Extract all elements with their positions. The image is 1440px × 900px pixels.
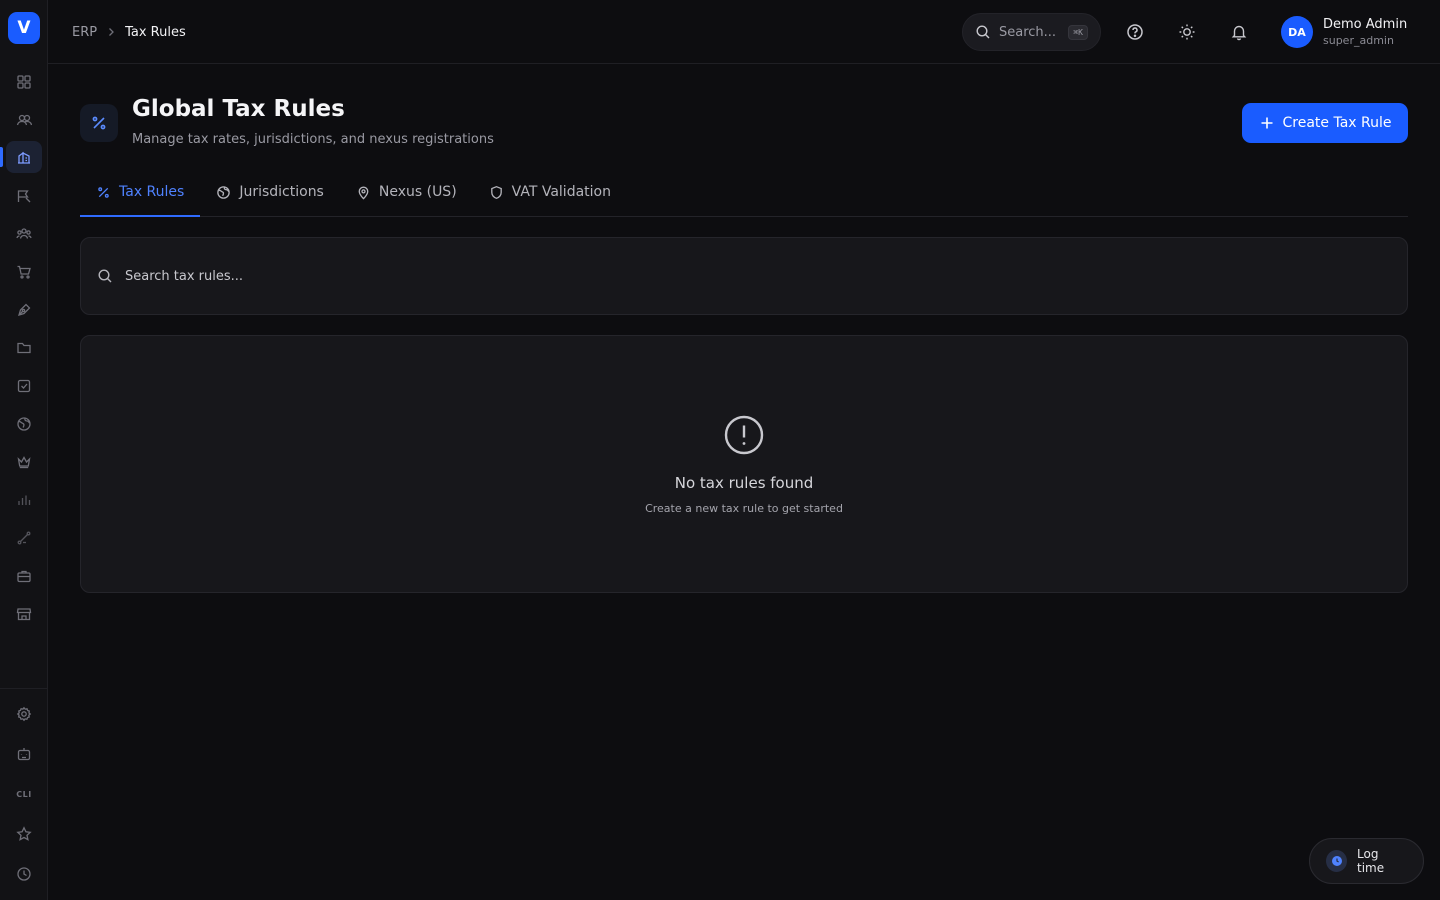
tab-vat-validation[interactable]: VAT Validation: [473, 168, 627, 216]
user-info: Demo Admin super_admin: [1323, 17, 1407, 47]
timer-icon: [1326, 850, 1347, 872]
plus-icon: [1261, 117, 1272, 129]
search-icon: [98, 269, 112, 283]
percent-icon: [80, 104, 118, 142]
search-icon: [976, 25, 990, 39]
nav-erp-icon[interactable]: [6, 141, 42, 173]
page-subtitle: Manage tax rates, jurisdictions, and nex…: [132, 132, 494, 147]
user-role: super_admin: [1323, 34, 1394, 47]
tab-bar: Tax Rules Jurisdictions Nexus (US) VAT V…: [80, 168, 1408, 217]
nav-campaigns-icon[interactable]: [6, 180, 42, 212]
shield-icon: [490, 185, 502, 199]
search-shortcut-badge: ⌘K: [1068, 24, 1088, 40]
tab-label: Tax Rules: [119, 184, 185, 200]
breadcrumb: ERP Tax Rules: [72, 0, 186, 64]
tab-label: Jurisdictions: [239, 184, 324, 200]
tab-nexus-us[interactable]: Nexus (US): [340, 168, 473, 216]
nav-briefcase-icon[interactable]: [6, 560, 42, 592]
percent-icon: [98, 186, 109, 198]
help-icon[interactable]: [1121, 18, 1149, 46]
user-name: Demo Admin: [1323, 17, 1408, 32]
nav-globe-icon[interactable]: [6, 408, 42, 440]
topbar: ERP Tax Rules Search... ⌘K DA Demo Admin…: [48, 0, 1440, 64]
app-logo[interactable]: V: [8, 12, 40, 44]
nav-dashboard-icon[interactable]: [6, 66, 42, 98]
globe-icon: [217, 185, 231, 199]
chevron-right-icon: [105, 26, 117, 38]
sidebar-divider: [0, 688, 48, 689]
nav-star-icon[interactable]: [6, 818, 42, 850]
nav-workflow-icon[interactable]: [6, 522, 42, 554]
create-tax-rule-button[interactable]: Create Tax Rule: [1242, 103, 1408, 143]
tax-rules-search-card: [80, 237, 1408, 315]
tax-rules-search-input[interactable]: [125, 268, 1391, 284]
create-tax-rule-label: Create Tax Rule: [1282, 115, 1392, 131]
empty-state-title: No tax rules found: [674, 474, 814, 492]
nav-team-icon[interactable]: [6, 218, 42, 250]
empty-state-subtitle: Create a new tax rule to get started: [645, 502, 843, 515]
nav-clock-icon[interactable]: [6, 858, 42, 890]
nav-design-pen-icon[interactable]: [6, 294, 42, 326]
tab-jurisdictions[interactable]: Jurisdictions: [200, 168, 340, 216]
page-title: Global Tax Rules: [132, 96, 345, 122]
theme-toggle-sun-icon[interactable]: [1173, 18, 1201, 46]
nav-settings-gear-icon[interactable]: [6, 698, 42, 730]
alert-circle-icon: [724, 415, 764, 455]
tab-label: VAT Validation: [511, 184, 611, 200]
tab-tax-rules[interactable]: Tax Rules: [80, 168, 201, 217]
avatar: DA: [1281, 16, 1313, 48]
empty-state-card: No tax rules found Create a new tax rule…: [80, 335, 1408, 593]
breadcrumb-current: Tax Rules: [125, 24, 186, 40]
breadcrumb-root-link[interactable]: ERP: [72, 25, 97, 40]
nav-cart-icon[interactable]: [6, 256, 42, 288]
log-time-label: Log time: [1357, 847, 1385, 875]
nav-contacts-icon[interactable]: [6, 104, 42, 136]
nav-tasks-icon[interactable]: [6, 370, 42, 402]
tab-label: Nexus (US): [378, 184, 457, 200]
active-nav-indicator: [0, 147, 3, 167]
map-pin-icon: [358, 186, 369, 199]
nav-robot-icon[interactable]: [6, 738, 42, 770]
global-search-button[interactable]: Search... ⌘K: [962, 13, 1101, 51]
log-time-button[interactable]: Log time: [1309, 838, 1424, 884]
sidebar: V CLI: [0, 0, 48, 900]
cli-label: CLI: [16, 789, 32, 799]
nav-analytics-icon[interactable]: [6, 484, 42, 516]
app-root: V CLI ERP Tax Rules Search... ⌘K DA Demo…: [0, 0, 1440, 900]
notifications-bell-icon[interactable]: [1225, 18, 1253, 46]
nav-folder-icon[interactable]: [6, 332, 42, 364]
nav-store-icon[interactable]: [6, 598, 42, 630]
nav-crown-icon[interactable]: [6, 446, 42, 478]
global-search-placeholder: Search...: [999, 24, 1057, 40]
user-menu[interactable]: DA Demo Admin super_admin: [1281, 14, 1407, 50]
nav-cli-button[interactable]: CLI: [6, 778, 42, 810]
